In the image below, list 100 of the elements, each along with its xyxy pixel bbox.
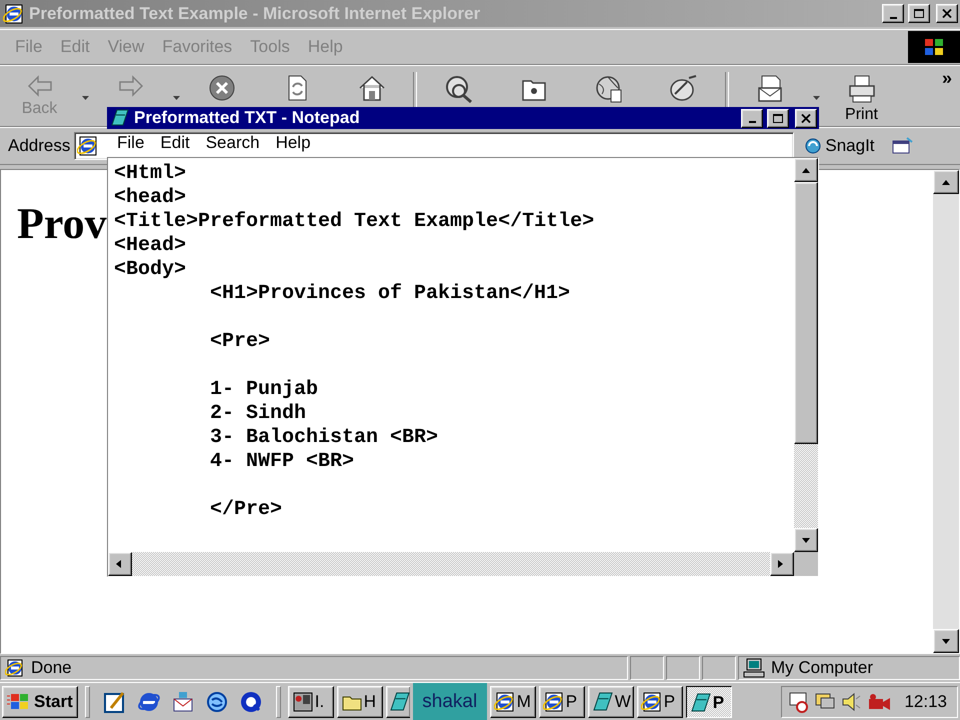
up-arrow-icon — [801, 166, 811, 174]
ie-icon — [5, 658, 25, 678]
taskbar-button[interactable]: W — [588, 686, 634, 718]
close-button[interactable] — [936, 4, 958, 23]
caret-icon — [172, 96, 180, 100]
caret-icon — [82, 96, 88, 100]
ie-icon — [3, 2, 25, 24]
text-area[interactable]: <Html> <head> <Title>Preformatted Text Example</Title> <Head> <Body> <H1>Provinces of Pakistan</H1> <Pre> 1- Punjab 2- Sindh 3- Balochistan <BR> 4- NWFP <BR> </Pre> — [107, 157, 819, 577]
pen-button[interactable] — [102, 690, 127, 714]
status-text: Done — [31, 658, 72, 678]
notepad-icon — [592, 690, 614, 712]
ie-icon — [640, 690, 663, 712]
code-line: 4- NWFP <BR> — [209, 450, 356, 474]
refresh-circle-icon — [204, 690, 229, 714]
minimize-button[interactable] — [741, 108, 763, 128]
code-line: 2- Sindh — [209, 402, 308, 426]
address-field[interactable] — [74, 132, 794, 160]
minimize-icon — [748, 121, 756, 123]
close-button[interactable] — [795, 108, 817, 128]
taskbar-button[interactable] — [386, 686, 410, 718]
maximize-button[interactable] — [908, 4, 930, 23]
pen-icon — [102, 690, 127, 714]
code-line: <Head> — [114, 234, 188, 258]
status-panel — [702, 656, 736, 680]
taskbar-button[interactable]: P — [636, 686, 683, 718]
scroll-right-button[interactable] — [770, 552, 794, 576]
envelope-button[interactable] — [170, 690, 195, 714]
taskbar-button[interactable]: M — [490, 686, 536, 718]
maximize-icon — [914, 9, 924, 18]
vertical-scrollbar[interactable] — [933, 170, 959, 653]
left-arrow-icon — [26, 74, 54, 98]
flag-icon — [923, 37, 945, 57]
stop-icon — [208, 74, 236, 102]
notepad-icon — [388, 690, 410, 712]
start-button[interactable]: Start — [2, 686, 78, 718]
house-icon — [358, 74, 386, 102]
code-line: <Title>Preformatted Text Example</Title> — [114, 210, 596, 234]
menu-item[interactable]: Help — [268, 133, 319, 153]
quicktime-button[interactable] — [238, 690, 263, 714]
notepad-icon — [110, 108, 130, 128]
taskbar-button[interactable]: P — [538, 686, 585, 718]
scheduler-icon — [788, 690, 810, 712]
code-line: 1- Punjab — [209, 378, 320, 402]
more-button[interactable]: » — [942, 68, 952, 89]
taskbar-button[interactable]: I. — [288, 686, 334, 718]
computer-icon — [743, 658, 765, 678]
minimize-button[interactable] — [882, 4, 904, 23]
scroll-thumb[interactable] — [794, 182, 818, 444]
taskbar-button[interactable]: H — [336, 686, 383, 718]
ie-icon — [494, 690, 516, 712]
menu-item[interactable]: File — [109, 133, 152, 153]
search-icon — [444, 74, 474, 104]
taskbar-button[interactable]: P — [686, 686, 732, 718]
snagit-link[interactable]: SnagIt — [798, 133, 881, 159]
window-title: Preformatted Text Example - Microsoft Internet Explorer — [29, 4, 482, 24]
page-heading: Prov — [17, 198, 107, 249]
quicktime-icon — [238, 690, 263, 714]
code-line: </Pre> — [209, 498, 284, 522]
code-line: <H1>Provinces of Pakistan</H1> — [209, 282, 572, 306]
address-label: Address — [8, 136, 70, 156]
close-icon — [942, 9, 952, 18]
ie-icon — [542, 690, 565, 712]
status-panel — [630, 656, 664, 680]
vertical-scrollbar[interactable] — [794, 158, 818, 552]
ie-icon — [77, 135, 100, 157]
maximize-button[interactable] — [767, 108, 789, 128]
scroll-up-button[interactable] — [794, 158, 818, 182]
minimize-icon — [890, 16, 896, 18]
code-line: <Html> — [114, 162, 188, 186]
envelope-icon — [170, 690, 195, 714]
photo-icon — [292, 690, 314, 712]
scroll-up-button[interactable] — [933, 170, 959, 194]
clock: 12:13 — [904, 692, 947, 712]
zone-text: My Computer — [771, 658, 874, 678]
print-button[interactable]: Print — [824, 72, 899, 124]
refresh-circle-button[interactable] — [204, 690, 229, 714]
swirl-icon — [804, 137, 822, 155]
status-panel — [666, 656, 700, 680]
code-line: <head> — [114, 186, 188, 210]
globe-icon — [594, 74, 624, 104]
code-line: <Pre> — [209, 330, 272, 354]
close-icon — [801, 114, 811, 122]
horizontal-scrollbar[interactable] — [108, 552, 794, 576]
right-arrow-icon — [116, 74, 144, 98]
menu-item[interactable]: Search — [198, 133, 268, 153]
notepad-icon — [690, 692, 712, 714]
down-arrow-icon — [801, 536, 811, 544]
down-arrow-icon — [941, 638, 951, 644]
code-line: 3- Balochistan <BR> — [209, 426, 440, 450]
caret-icon — [812, 96, 820, 100]
code-line: <Body> — [114, 258, 188, 282]
speaker-icon — [840, 690, 862, 712]
window-capture-icon — [890, 136, 913, 156]
up-arrow-icon — [941, 178, 951, 186]
scroll-left-button[interactable] — [108, 552, 132, 576]
menu-item[interactable]: Edit — [152, 133, 198, 153]
maximize-icon — [773, 114, 783, 122]
scrollbar-corner — [794, 552, 818, 576]
scroll-down-button[interactable] — [933, 629, 959, 653]
scroll-down-button[interactable] — [794, 528, 818, 552]
